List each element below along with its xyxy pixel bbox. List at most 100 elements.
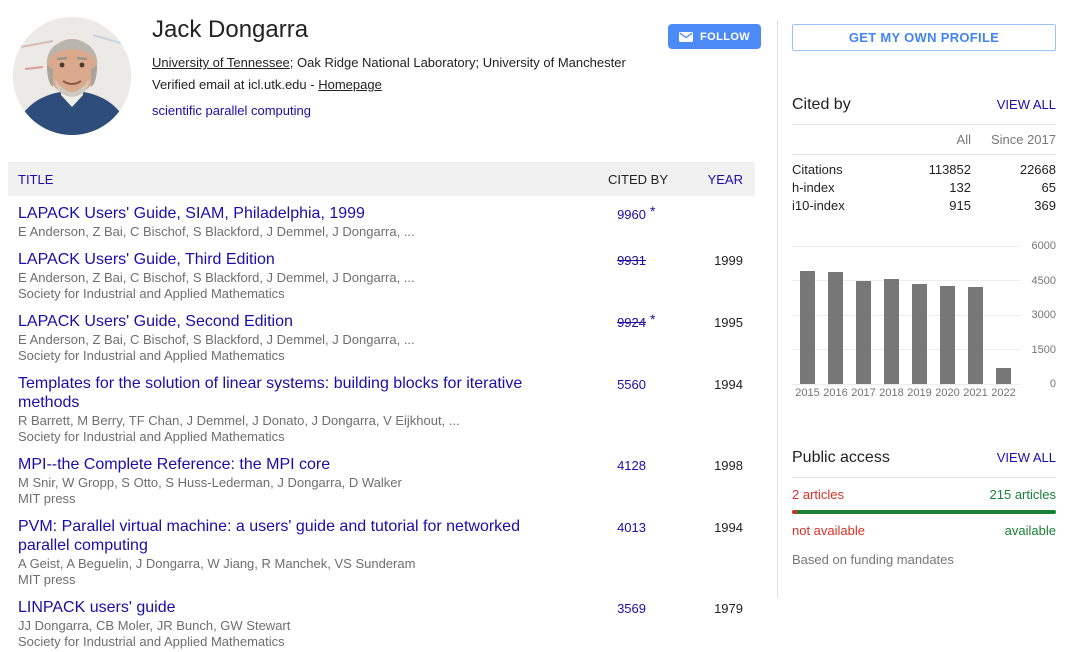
cited-by-count-link[interactable]: 9960: [617, 207, 646, 222]
article-year: 1994: [668, 374, 743, 392]
article-venue: Society for Industrial and Applied Mathe…: [18, 635, 571, 649]
article-main: LAPACK Users' Guide, Second EditionE And…: [18, 312, 581, 363]
homepage-link[interactable]: Homepage: [318, 77, 382, 92]
article-venue: MIT press: [18, 492, 571, 506]
chart-gridline: [792, 280, 1020, 281]
cited-by-count-link[interactable]: 3569: [617, 601, 646, 616]
not-available-count: 2 articles: [792, 487, 844, 502]
chart-ytick-label: 0: [1022, 378, 1056, 390]
cited-by-view-all-link[interactable]: VIEW ALL: [997, 97, 1056, 112]
article-main: MPI--the Complete Reference: the MPI cor…: [18, 455, 581, 506]
chart-gridline: [792, 384, 1020, 385]
available-label: available: [1005, 523, 1056, 538]
chart-gridline: [792, 315, 1020, 316]
article-year: [668, 204, 743, 207]
sort-by-title-header[interactable]: TITLE: [18, 172, 585, 187]
stat-value-all: 132: [891, 179, 971, 197]
chart-gridline: [792, 246, 1020, 247]
article-title-link[interactable]: LAPACK Users' Guide, Second Edition: [18, 312, 571, 331]
follow-button[interactable]: FOLLOW: [668, 24, 761, 49]
stats-col-since: Since 2017: [971, 132, 1056, 147]
article-title-link[interactable]: PVM: Parallel virtual machine: a users' …: [18, 517, 571, 555]
chart-xtick-label: 2017: [850, 387, 878, 399]
stats-col-all: All: [891, 132, 971, 147]
articles-table-header: TITLE CITED BY YEAR: [8, 162, 755, 196]
chart-xtick-label: 2022: [990, 387, 1018, 399]
stat-value-since: 369: [971, 197, 1056, 215]
articles-list: LAPACK Users' Guide, SIAM, Philadelphia,…: [8, 196, 755, 652]
chart-xtick-label: 2019: [906, 387, 934, 399]
article-row: MPI--the Complete Reference: the MPI cor…: [8, 447, 755, 509]
article-authors: M Snir, W Gropp, S Otto, S Huss-Lederman…: [18, 476, 571, 490]
stat-value-all: 113852: [891, 161, 971, 179]
chart-gridline: [792, 349, 1020, 350]
article-main: PVM: Parallel virtual machine: a users' …: [18, 517, 581, 587]
get-own-profile-button[interactable]: GET MY OWN PROFILE: [792, 24, 1056, 51]
public-access-progress-bar: [792, 510, 1056, 514]
chart-ytick-label: 6000: [1022, 240, 1056, 252]
co-authors-star-icon: *: [646, 311, 668, 327]
article-venue: Society for Industrial and Applied Mathe…: [18, 430, 571, 444]
stat-label: h-index: [792, 179, 891, 197]
chart-ytick-label: 3000: [1022, 309, 1056, 321]
article-authors: E Anderson, Z Bai, C Bischof, S Blackfor…: [18, 225, 571, 239]
follow-button-label: FOLLOW: [700, 31, 750, 43]
public-access-title: Public access: [792, 449, 890, 467]
profile-affiliation: University of Tennessee; Oak Ridge Natio…: [152, 55, 652, 70]
article-venue: Society for Industrial and Applied Mathe…: [18, 349, 571, 363]
article-row: PVM: Parallel virtual machine: a users' …: [8, 509, 755, 590]
stat-row: i10-index915369: [792, 197, 1056, 215]
verified-email-text: Verified email at icl.utk.edu -: [152, 77, 318, 92]
cited-by-count-link[interactable]: 9924: [617, 315, 646, 330]
chart-xtick-label: 2020: [934, 387, 962, 399]
article-title-link[interactable]: LAPACK Users' Guide, SIAM, Philadelphia,…: [18, 204, 571, 223]
chart-ytick-label: 1500: [1022, 344, 1056, 356]
profile-header: Jack Dongarra University of Tennessee; O…: [152, 16, 652, 118]
chart-plot-area: [792, 246, 1020, 384]
cited-by-panel: Cited by VIEW ALL All Since 2017 Citatio…: [792, 96, 1056, 215]
chart-bar: [828, 272, 843, 384]
public-access-progress-red-segment: [792, 510, 797, 514]
stat-row: h-index13265: [792, 179, 1056, 197]
affiliation-link[interactable]: University of Tennessee: [152, 55, 290, 70]
article-main: Templates for the solution of linear sys…: [18, 374, 581, 444]
article-authors: A Geist, A Beguelin, J Dongarra, W Jiang…: [18, 557, 571, 571]
profile-photo: [13, 17, 131, 135]
chart-bar: [800, 271, 815, 384]
chart-bar: [856, 281, 871, 384]
cited-by-count-link[interactable]: 4128: [617, 458, 646, 473]
cited-by-cell: 4128: [581, 455, 646, 473]
stat-value-since: 22668: [971, 161, 1056, 179]
stat-label: i10-index: [792, 197, 891, 215]
chart-bar: [884, 279, 899, 384]
sort-by-year-header[interactable]: YEAR: [668, 172, 743, 187]
article-main: LINPACK users' guideJJ Dongarra, CB Mole…: [18, 598, 581, 649]
cited-by-cell: 5560: [581, 374, 646, 392]
article-authors: E Anderson, Z Bai, C Bischof, S Blackfor…: [18, 271, 571, 285]
article-title-link[interactable]: Templates for the solution of linear sys…: [18, 374, 571, 412]
chart-ytick-label: 4500: [1022, 275, 1056, 287]
interests: scientific parallel computing: [152, 103, 652, 118]
cited-by-cell: 4013: [581, 517, 646, 535]
cited-by-count-link[interactable]: 4013: [617, 520, 646, 535]
cited-by-count-link[interactable]: 9931: [617, 253, 646, 268]
chart-xtick-label: 2016: [822, 387, 850, 399]
chart-bar: [940, 286, 955, 384]
article-title-link[interactable]: LAPACK Users' Guide, Third Edition: [18, 250, 571, 269]
cited-by-count-link[interactable]: 5560: [617, 377, 646, 392]
article-year: 1979: [668, 598, 743, 616]
interest-link[interactable]: scientific parallel computing: [152, 103, 311, 118]
stats-column-headers: All Since 2017: [792, 124, 1056, 155]
article-year: 1999: [668, 250, 743, 268]
cited-by-cell: 9931: [581, 250, 646, 268]
stat-value-all: 915: [891, 197, 971, 215]
public-access-view-all-link[interactable]: VIEW ALL: [997, 450, 1056, 465]
co-authors-star-icon: *: [646, 203, 668, 219]
sort-by-cited-header[interactable]: CITED BY: [585, 172, 668, 187]
chart-bar: [996, 368, 1011, 384]
article-title-link[interactable]: LINPACK users' guide: [18, 598, 571, 617]
chart-bar: [968, 287, 983, 384]
article-row: LAPACK Users' Guide, SIAM, Philadelphia,…: [8, 196, 755, 242]
article-title-link[interactable]: MPI--the Complete Reference: the MPI cor…: [18, 455, 571, 474]
chart-bar: [912, 284, 927, 384]
